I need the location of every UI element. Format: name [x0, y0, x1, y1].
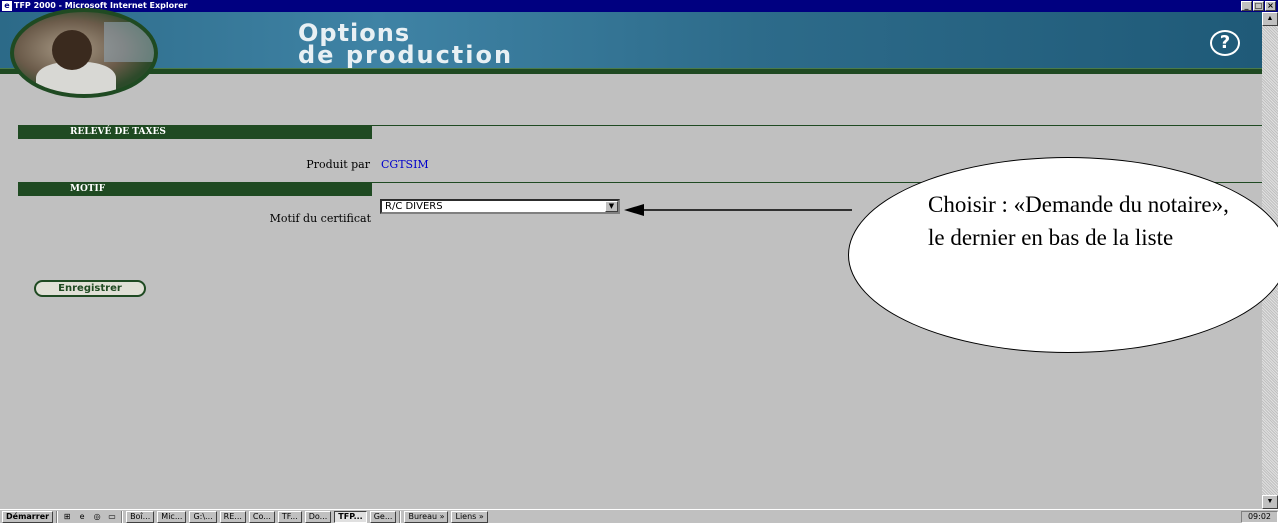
- callout-bubble: [848, 157, 1278, 353]
- title-bar: e TFP 2000 - Microsoft Internet Explorer…: [0, 0, 1278, 12]
- section-heading: MOTIF: [18, 182, 372, 196]
- header-title-line2: de production: [298, 41, 514, 69]
- taskbar-item[interactable]: Do...: [304, 510, 332, 523]
- section-heading: RELEVÉ DE TAXES: [18, 125, 372, 139]
- header-photo: [10, 8, 158, 98]
- ie-icon: e: [2, 1, 12, 11]
- taskbar-item[interactable]: Boî...: [126, 510, 155, 523]
- divider: [372, 125, 1262, 126]
- minimize-button[interactable]: _: [1241, 1, 1252, 11]
- bureau-toolbar[interactable]: Bureau »: [404, 510, 449, 523]
- section-releve-de-taxes: RELEVÉ DE TAXES: [18, 125, 1262, 139]
- produced-by-label: Produit par: [306, 158, 370, 171]
- maximize-button[interactable]: □: [1253, 1, 1264, 11]
- taskbar-item[interactable]: Mic...: [157, 510, 187, 523]
- help-icon[interactable]: ?: [1210, 30, 1240, 56]
- certificate-reason-select[interactable]: R/C DIVERS ▼: [380, 199, 620, 214]
- taskbar-item-active[interactable]: TFP...: [334, 510, 367, 523]
- taskbar-item[interactable]: RE...: [219, 510, 246, 523]
- clock: 09:02: [1240, 510, 1278, 523]
- select-value: R/C DIVERS: [385, 201, 443, 212]
- chevron-down-icon[interactable]: ▼: [605, 201, 618, 212]
- produced-by-value: CGTSIM: [381, 158, 429, 171]
- taskbar-separator: [399, 510, 402, 523]
- page-header: Options de production ?: [0, 12, 1262, 70]
- start-button[interactable]: Démarrer: [2, 510, 54, 523]
- ie-quick-icon[interactable]: e: [76, 512, 88, 522]
- taskbar-item[interactable]: G:\...: [189, 510, 217, 523]
- close-button[interactable]: ×: [1265, 1, 1276, 11]
- scroll-down-icon[interactable]: ▼: [1262, 495, 1278, 509]
- save-button[interactable]: Enregistrer: [34, 280, 146, 297]
- callout-arrow: [624, 204, 852, 216]
- taskbar-separator: [121, 510, 124, 523]
- liens-toolbar[interactable]: Liens »: [451, 510, 488, 523]
- callout-text: Choisir : «Demande du notaire», le derni…: [928, 192, 1229, 250]
- header-stripe: [0, 68, 1262, 74]
- taskbar-item[interactable]: Ge...: [369, 510, 397, 523]
- browser-window: e TFP 2000 - Microsoft Internet Explorer…: [0, 0, 1278, 509]
- taskbar: Démarrer ⊞ e ◎ ▭ Boî... Mic... G:\... RE…: [0, 509, 1278, 523]
- app-quick-icon[interactable]: ▭: [106, 512, 118, 522]
- outlook-quick-icon[interactable]: ◎: [91, 512, 103, 522]
- certificate-reason-label: Motif du certificat: [269, 212, 371, 225]
- scroll-up-icon[interactable]: ▲: [1262, 12, 1278, 26]
- show-desktop-icon[interactable]: ⊞: [61, 512, 73, 522]
- taskbar-separator: [56, 510, 59, 523]
- taskbar-item[interactable]: Co...: [248, 510, 275, 523]
- taskbar-item[interactable]: TF...: [277, 510, 302, 523]
